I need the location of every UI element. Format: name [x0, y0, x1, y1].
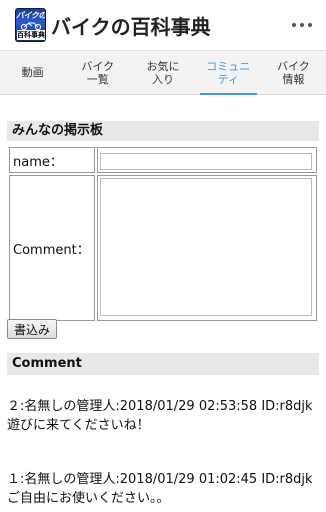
comment-section-heading: Comment	[7, 353, 319, 375]
name-label: name：	[9, 147, 95, 173]
menu-dot	[308, 23, 312, 27]
comment-body: ご自由にお使いください。。	[7, 491, 170, 506]
app-logo-top-text: バイクの	[16, 11, 46, 20]
comment-post: ２:名無しの管理人:2018/01/29 02:53:58 ID:r8djk 遊…	[7, 397, 322, 435]
submit-button[interactable]: 書込み	[7, 319, 57, 339]
name-input[interactable]	[100, 152, 312, 170]
comment-cell	[97, 175, 317, 321]
app-title: バイクの百科事典	[51, 15, 211, 39]
app-header: バイクの 百科事典 バイクの百科事典	[0, 0, 326, 50]
name-cell	[97, 147, 317, 173]
app-logo-icon: バイクの 百科事典	[15, 8, 46, 42]
tab-bike-list[interactable]: バイク 一覧	[65, 51, 130, 94]
comment-post: １:名無しの管理人:2018/01/29 01:02:45 ID:r8djk ご…	[7, 470, 322, 508]
comment-meta: １:名無しの管理人:2018/01/29 01:02:45 ID:r8djk	[7, 472, 313, 487]
comment-label: Comment：	[9, 175, 95, 321]
comment-textarea[interactable]	[100, 178, 312, 316]
comment-meta: ２:名無しの管理人:2018/01/29 02:53:58 ID:r8djk	[7, 399, 313, 414]
tab-favorites[interactable]: お気に 入り	[130, 51, 195, 94]
tab-videos[interactable]: 動画	[0, 51, 65, 94]
app-logo-bottom-text: 百科事典	[17, 30, 45, 40]
tab-community[interactable]: コミュニ ティ	[196, 51, 261, 95]
motorcycle-icon	[20, 22, 42, 30]
post-form: name： Comment：	[7, 145, 319, 323]
board-title: みんなの掲示板	[7, 121, 319, 141]
menu-dot	[300, 23, 304, 27]
comment-body: 遊びに来てくださいね！	[7, 418, 150, 433]
tab-bike-info[interactable]: バイク 情報	[261, 51, 326, 94]
menu-dot	[292, 23, 296, 27]
more-vert-icon[interactable]	[292, 15, 312, 35]
tab-bar: 動画 バイク 一覧 お気に 入り コミュニ ティ バイク 情報	[0, 50, 326, 95]
